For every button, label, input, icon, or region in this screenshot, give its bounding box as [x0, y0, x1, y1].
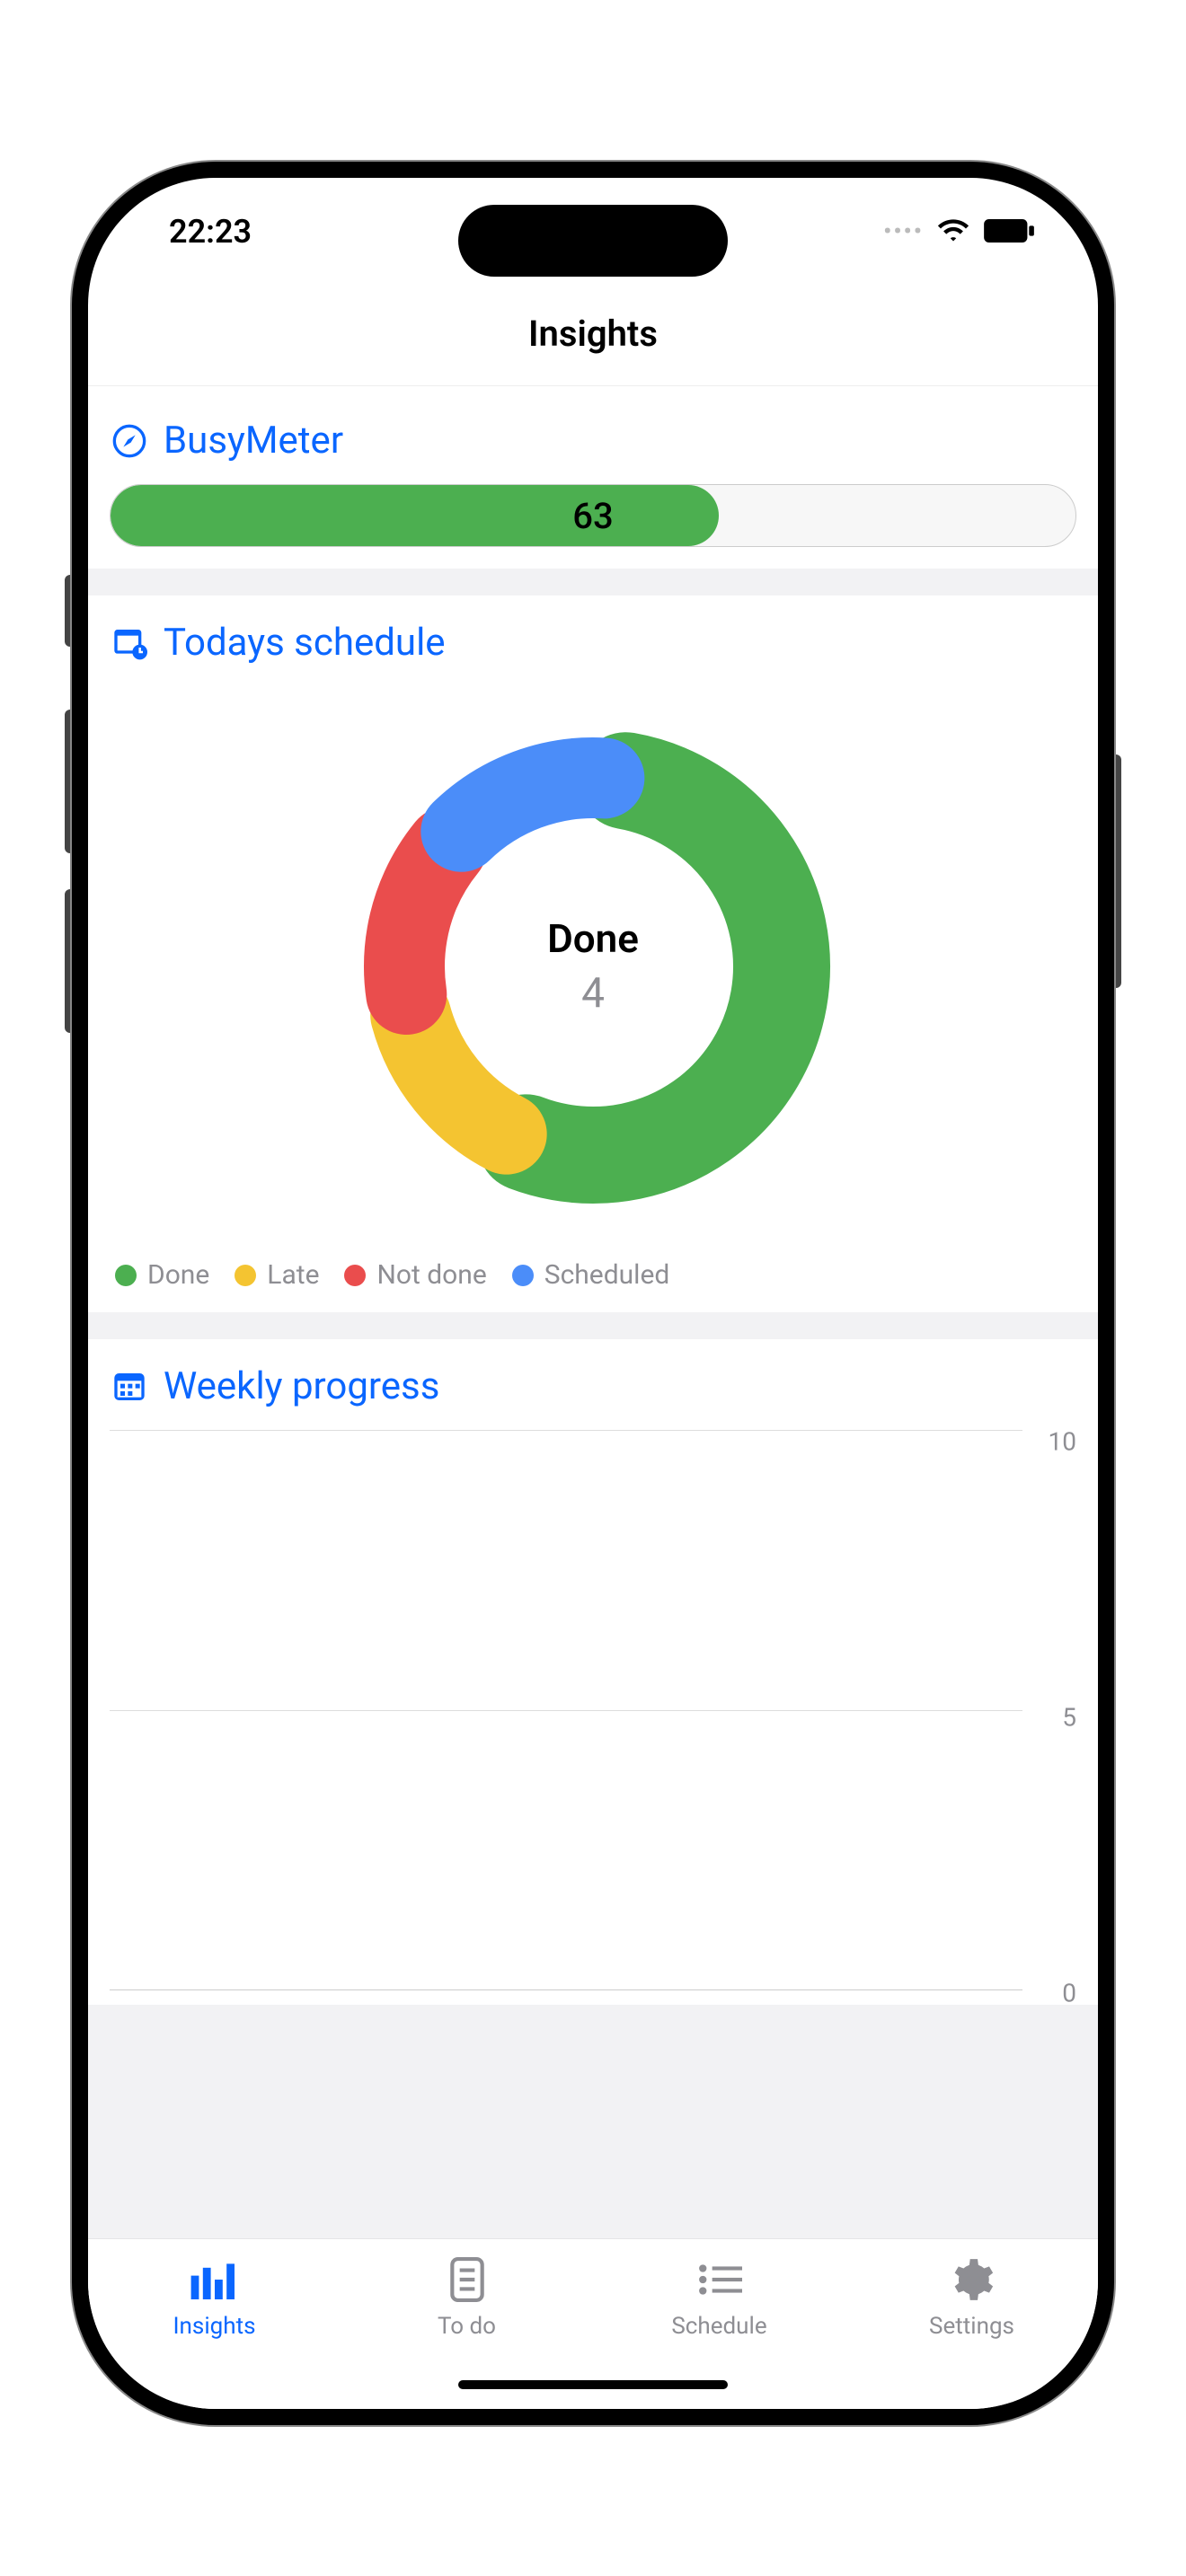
y-label-10: 10 — [1049, 1426, 1076, 1456]
weekly-card: Weekly progress 10 5 0 — [88, 1339, 1098, 2005]
schedule-card: Todays schedule — [88, 595, 1098, 1312]
phone-frame: 22:23 •••• Insights — [72, 162, 1114, 2425]
schedule-title: Todays schedule — [164, 621, 446, 665]
busymeter-title: BusyMeter — [164, 419, 343, 463]
donut-center-label: Done — [547, 915, 639, 962]
content-scroll[interactable]: BusyMeter 63 — [88, 386, 1098, 2238]
busymeter-value: 63 — [111, 485, 1075, 546]
gear-icon — [950, 2255, 995, 2304]
tab-insights[interactable]: Insights — [88, 2239, 341, 2409]
calendar-icon — [110, 1367, 149, 1407]
tab-settings-label: Settings — [929, 2313, 1014, 2340]
calendar-clock-icon — [110, 623, 149, 663]
weekly-header[interactable]: Weekly progress — [110, 1364, 1076, 1408]
phone-screen: 22:23 •••• Insights — [88, 178, 1098, 2409]
schedule-donut-chart: Done 4 — [323, 697, 863, 1236]
page-title: Insights — [88, 286, 1098, 386]
list-icon — [697, 2255, 742, 2304]
schedule-header[interactable]: Todays schedule — [110, 621, 1076, 665]
bar-chart-icon — [190, 2255, 239, 2304]
tab-todo-label: To do — [438, 2313, 496, 2340]
y-label-0: 0 — [1062, 1979, 1076, 2008]
dynamic-island — [458, 205, 728, 277]
legend-done: Done — [115, 1259, 209, 1291]
busymeter-card: BusyMeter 63 — [88, 386, 1098, 569]
legend-notdone: Not done — [344, 1259, 486, 1291]
tab-schedule-label: Schedule — [671, 2313, 766, 2340]
document-icon — [447, 2255, 487, 2304]
tab-settings[interactable]: Settings — [845, 2239, 1098, 2409]
legend-scheduled: Scheduled — [512, 1259, 670, 1291]
schedule-legend: Done Late Not done Scheduled — [110, 1259, 1076, 1291]
busymeter-header[interactable]: BusyMeter — [110, 419, 1076, 463]
status-time: 22:23 — [169, 213, 252, 251]
y-label-5: 5 — [1062, 1703, 1076, 1733]
home-indicator[interactable] — [458, 2380, 728, 2389]
legend-late: Late — [235, 1259, 319, 1291]
busymeter-bar: 63 — [110, 484, 1076, 547]
donut-center-value: 4 — [547, 969, 639, 1018]
cellular-icon: •••• — [883, 218, 924, 245]
tab-insights-label: Insights — [173, 2313, 255, 2340]
battery-icon — [983, 213, 1035, 251]
compass-icon — [110, 421, 149, 461]
weekly-title: Weekly progress — [164, 1364, 439, 1408]
wifi-icon — [936, 213, 970, 251]
weekly-bar-chart: 10 5 0 — [110, 1430, 1076, 2005]
